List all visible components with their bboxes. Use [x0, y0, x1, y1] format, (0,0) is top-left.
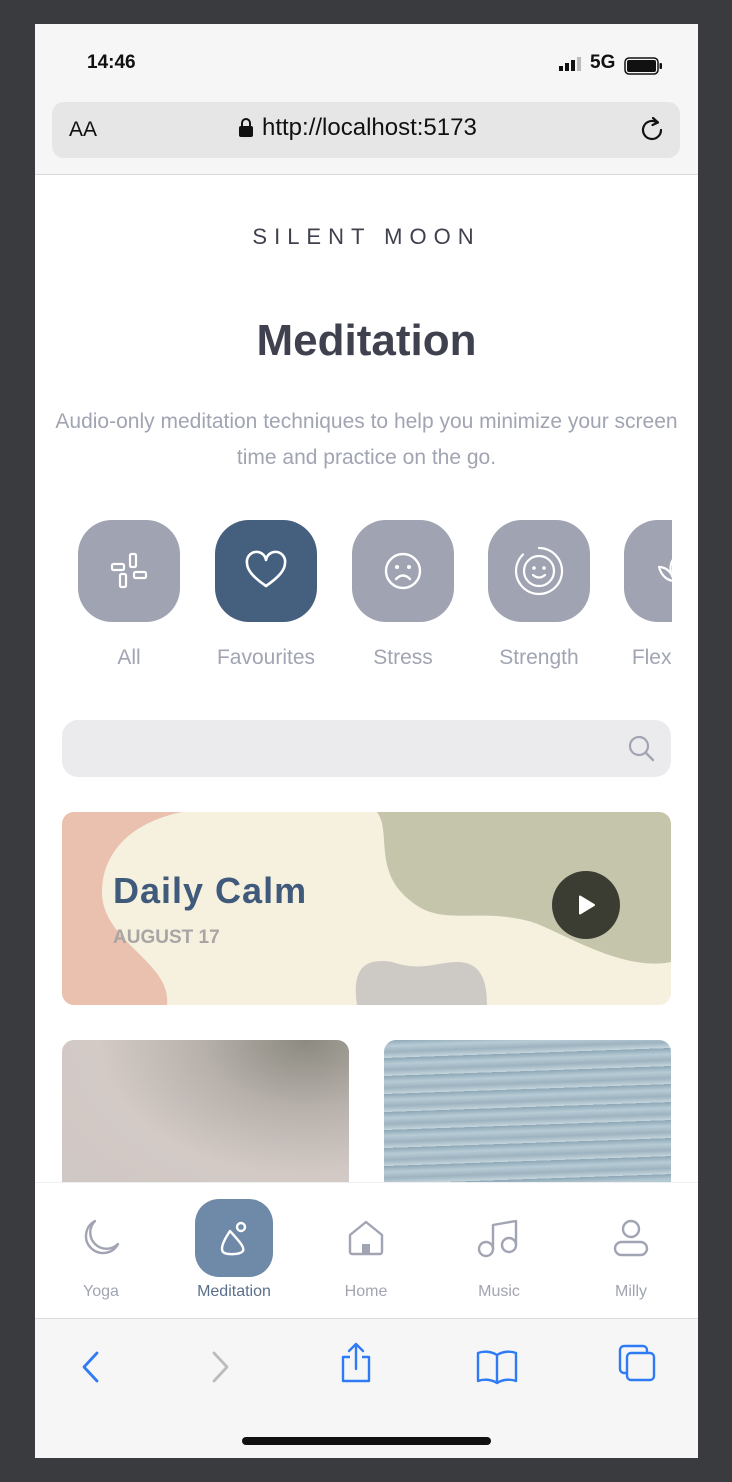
nav-meditation-button[interactable] — [195, 1199, 273, 1277]
category-all-button[interactable] — [78, 520, 180, 622]
meditation-thumbnail[interactable] — [62, 1040, 349, 1200]
browser-address-area: AA http://localhost:5173 — [35, 102, 698, 175]
category-all[interactable]: All — [78, 520, 180, 670]
page-subtitle: Audio-only meditation techniques to help… — [55, 410, 678, 469]
daily-calm-date: AUGUST 17 — [113, 927, 220, 948]
nav-label: Music — [478, 1283, 520, 1300]
nav-item-home[interactable]: Home — [321, 1183, 411, 1301]
nav-yoga-button[interactable] — [62, 1199, 140, 1277]
category-label: Flexibility — [631, 646, 672, 669]
music-icon — [477, 1219, 518, 1258]
address-bar[interactable]: AA http://localhost:5173 — [52, 102, 680, 158]
category-label: Strength — [499, 646, 579, 669]
nav-item-meditation[interactable]: Meditation — [189, 1183, 279, 1301]
bookmarks-icon[interactable] — [475, 1347, 519, 1387]
category-flexibility[interactable]: Flexibility — [624, 520, 672, 670]
nav-label: Home — [344, 1283, 388, 1300]
nav-profile-button[interactable] — [592, 1199, 670, 1277]
brand-logo-text: SILENT MOON — [252, 224, 481, 249]
category-strength[interactable]: Strength — [488, 520, 590, 670]
url-display[interactable]: http://localhost:5173 — [238, 114, 477, 142]
grid-icon — [110, 552, 148, 589]
share-icon[interactable] — [338, 1341, 374, 1385]
meditation-thumbnail[interactable] — [384, 1040, 671, 1200]
moon-icon — [84, 1219, 120, 1255]
phone-screen: 14:46 5G AA http://localhost:5173 SILENT… — [35, 24, 698, 1458]
nav-item-profile[interactable]: Milly — [586, 1183, 676, 1301]
status-time: 14:46 — [87, 52, 136, 73]
home-icon — [348, 1220, 384, 1256]
user-icon — [613, 1219, 649, 1257]
category-favourites[interactable]: Favourites — [215, 520, 317, 670]
category-favourites-button[interactable] — [215, 520, 317, 622]
category-stress[interactable]: Stress — [352, 520, 454, 670]
home-indicator — [242, 1437, 491, 1445]
category-label: Favourites — [216, 646, 316, 669]
battery-icon — [624, 57, 662, 75]
lotus-icon — [657, 559, 672, 582]
heart-icon — [245, 550, 287, 588]
nav-item-yoga[interactable]: Yoga — [56, 1183, 146, 1301]
play-button[interactable] — [552, 871, 620, 939]
url-text: http://localhost:5173 — [262, 114, 477, 141]
nav-item-music[interactable]: Music — [454, 1183, 544, 1301]
bottom-navigation: Yoga Meditation Home Music Milly — [35, 1182, 698, 1319]
browser-toolbar — [35, 1318, 698, 1458]
network-label: 5G — [590, 52, 616, 73]
category-label: All — [117, 646, 141, 669]
category-stress-button[interactable] — [352, 520, 454, 622]
tabs-icon[interactable] — [617, 1343, 657, 1383]
smile-ring-icon — [514, 546, 564, 596]
nav-label: Yoga — [83, 1283, 119, 1300]
page-title: Meditation — [256, 316, 477, 365]
reload-icon[interactable] — [636, 114, 668, 146]
category-flexibility-button[interactable] — [624, 520, 672, 622]
category-scroller[interactable]: All Favourites Stress Strength Flexi — [78, 520, 672, 680]
search-field[interactable] — [62, 720, 671, 777]
forward-icon[interactable] — [208, 1347, 232, 1387]
nav-label: Meditation — [197, 1283, 271, 1300]
text-size-label: AA — [69, 118, 98, 141]
daily-calm-card[interactable]: Daily Calm AUGUST 17 — [62, 812, 671, 1005]
daily-calm-title: Daily Calm — [113, 870, 308, 911]
search-icon[interactable] — [627, 734, 655, 762]
category-label: Stress — [373, 646, 433, 669]
category-strength-button[interactable] — [488, 520, 590, 622]
lock-icon — [239, 118, 253, 137]
nav-music-button[interactable] — [460, 1199, 538, 1277]
signal-icon — [559, 57, 581, 71]
back-icon[interactable] — [79, 1347, 103, 1387]
nav-home-button[interactable] — [327, 1199, 405, 1277]
play-icon — [579, 895, 595, 915]
sad-face-icon — [384, 552, 422, 590]
text-size-button[interactable]: AA — [69, 118, 97, 142]
nav-label: Milly — [615, 1283, 647, 1300]
status-bar: 14:46 5G — [35, 24, 698, 102]
meditation-icon — [220, 1221, 247, 1256]
